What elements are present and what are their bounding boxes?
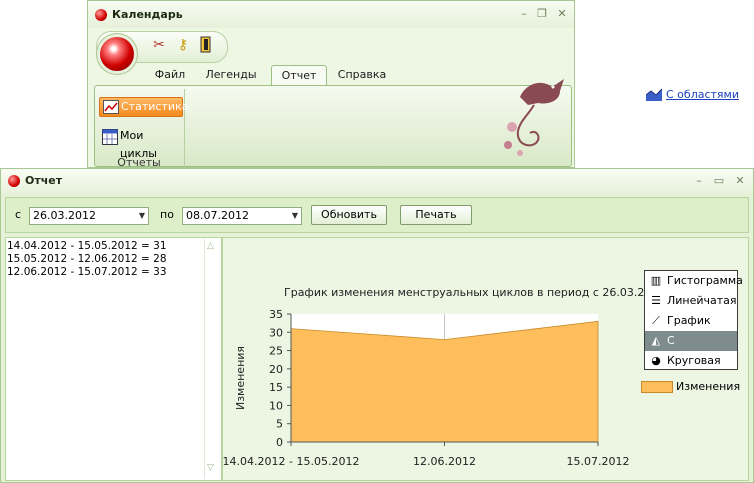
legend-swatch bbox=[641, 381, 673, 393]
menu-item-label: Линейчатая bbox=[667, 294, 737, 307]
chart-title: График изменения менструальных циклов в … bbox=[284, 286, 700, 299]
bar-chart-icon: ☰ bbox=[651, 294, 661, 307]
y-tick-label: 5 bbox=[276, 418, 283, 431]
y-tick-label: 25 bbox=[269, 345, 283, 358]
y-axis-label: Изменения bbox=[234, 346, 247, 410]
plot-area: 0 5 10 15 20 25 30 35 14.04.2012 - 15.05.2012 12.… bbox=[223, 308, 630, 468]
area-chart-icon bbox=[645, 87, 663, 104]
histogram-icon: ▥ bbox=[650, 274, 662, 287]
y-tick-label: 30 bbox=[269, 326, 283, 339]
chart-type-link-label: С областями bbox=[666, 88, 739, 101]
menu-item-label: График bbox=[667, 314, 711, 327]
x-tick-label: 15.07.2012 bbox=[567, 455, 630, 468]
y-tick-label: 20 bbox=[269, 363, 283, 376]
menu-item-label: Круговая bbox=[667, 354, 721, 367]
series-area bbox=[290, 320, 599, 443]
x-tick-label: 14.04.2012 - 15.05.2012 bbox=[223, 455, 360, 468]
area-chart-icon: ◭ bbox=[651, 334, 661, 347]
chart-type-menu: ▥ Гистограмма ☰ Линейчатая ⟋ График ◭ С … bbox=[644, 270, 743, 371]
pie-chart-icon: ◕ bbox=[651, 354, 661, 367]
menu-item-line[interactable]: ⟋ График bbox=[645, 311, 737, 331]
y-tick-label: 10 bbox=[269, 399, 283, 412]
area-chart: График изменения менструальных циклов в … bbox=[223, 286, 701, 468]
menu-item-label: Гистограмма bbox=[667, 274, 743, 287]
menu-item-histogram[interactable]: ▥ Гистограмма bbox=[645, 271, 743, 291]
y-tick-label: 35 bbox=[269, 308, 283, 321]
line-chart-icon: ⟋ bbox=[652, 314, 660, 327]
y-tick-label: 0 bbox=[276, 436, 283, 449]
x-tick-label: 12.06.2012 bbox=[413, 455, 476, 468]
chart-type-link[interactable]: С областями bbox=[645, 88, 739, 101]
y-tick-label: 15 bbox=[269, 381, 283, 394]
menu-item-area[interactable]: ◭ С областями bbox=[645, 331, 737, 367]
legend-label: Изменения bbox=[676, 380, 741, 393]
menu-item-bar[interactable]: ☰ Линейчатая bbox=[645, 291, 737, 311]
menu-item-pie[interactable]: ◕ Круговая bbox=[645, 351, 737, 371]
